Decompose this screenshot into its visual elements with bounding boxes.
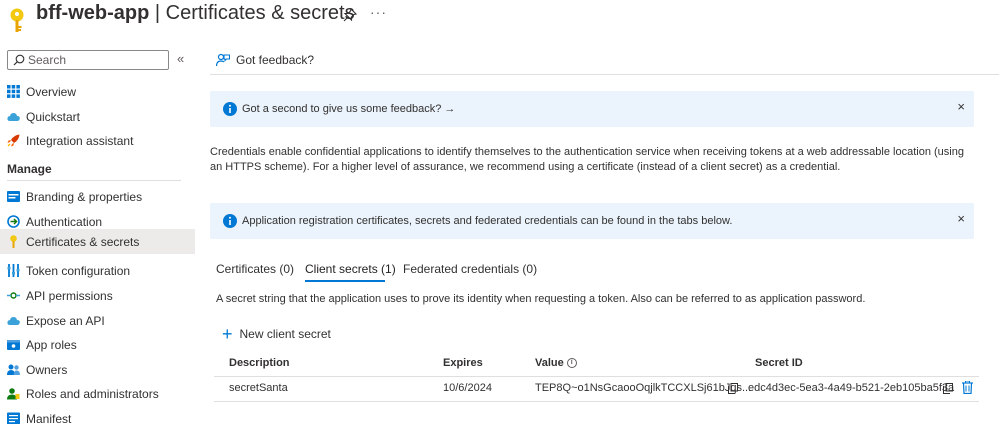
main-content: Got feedback? Got a second to give us so… <box>196 44 999 424</box>
tabs-info-banner: Application registration certificates, s… <box>210 203 974 239</box>
search-input[interactable] <box>28 52 166 68</box>
close-icon[interactable]: × <box>957 99 965 114</box>
title-separator: | <box>149 2 166 24</box>
active-tab-indicator <box>305 280 385 282</box>
info-icon <box>223 214 237 228</box>
delete-icon[interactable] <box>962 381 973 394</box>
secrets-table-header: Description Expires Value i Secret ID <box>214 354 979 376</box>
sidebar-item-integration-assistant[interactable]: Integration assistant <box>0 129 195 153</box>
feedback-icon <box>216 53 230 67</box>
sidebar-item-expose-api[interactable]: Expose an API <box>0 309 195 333</box>
sidebar-item-label: Certificates & secrets <box>26 235 140 249</box>
copy-icon[interactable] <box>943 383 953 394</box>
column-description: Description <box>229 357 290 369</box>
new-client-secret-button[interactable]: + New client secret <box>222 324 331 344</box>
secret-expires: 10/6/2024 <box>443 382 492 394</box>
cloud-icon <box>7 113 20 121</box>
sidebar-item-label: Branding & properties <box>26 190 143 204</box>
sidebar-item-owners[interactable]: Owners <box>0 358 195 382</box>
search-icon <box>13 54 25 66</box>
key-icon <box>10 235 17 248</box>
secret-id: edc4d3ec-5ea3-4a49-b521-2eb105ba5f3a <box>748 382 955 394</box>
sidebar-item-label: Integration assistant <box>26 134 134 148</box>
branding-icon <box>7 191 20 202</box>
sidebar-item-roles-administrators[interactable]: Roles and administrators <box>0 382 195 406</box>
credentials-description: Credentials enable confidential applicat… <box>210 146 964 173</box>
feedback-banner-text[interactable]: Got a second to give us some feedback? → <box>242 103 455 115</box>
permissions-icon <box>7 292 20 299</box>
sidebar-item-token-configuration[interactable]: Token configuration <box>0 259 195 283</box>
section-manage-label: Manage <box>7 162 52 176</box>
client-secrets-description: A secret string that the application use… <box>216 293 866 305</box>
sidebar-item-api-permissions[interactable]: API permissions <box>0 284 195 308</box>
sidebar: « Overview Quickstart Integration assist… <box>0 44 196 424</box>
section-divider <box>7 180 181 181</box>
sidebar-item-label: Token configuration <box>26 264 131 278</box>
pin-icon[interactable] <box>343 8 357 22</box>
plus-icon: + <box>222 324 233 344</box>
app-roles-icon <box>7 340 20 350</box>
toolbar-divider <box>210 74 999 75</box>
collapse-sidebar-button[interactable]: « <box>177 51 184 66</box>
more-options-icon[interactable]: ··· <box>370 4 387 20</box>
column-value-label: Value <box>535 357 564 369</box>
manifest-icon <box>7 412 20 424</box>
key-icon <box>10 8 24 32</box>
page-name: Certificates & secrets <box>165 2 355 24</box>
got-feedback-label: Got feedback? <box>236 53 315 67</box>
app-name: bff-web-app <box>36 2 150 24</box>
got-feedback-button[interactable]: Got feedback? <box>216 53 314 67</box>
secret-description: secretSanta <box>229 382 288 394</box>
info-icon <box>223 102 237 116</box>
sidebar-item-label: Roles and administrators <box>26 387 159 401</box>
row-divider <box>214 401 979 402</box>
tab-federated-credentials[interactable]: Federated credentials (0) <box>403 262 537 276</box>
authentication-icon <box>7 215 20 228</box>
tab-certificates[interactable]: Certificates (0) <box>216 262 294 276</box>
sidebar-item-label: Owners <box>26 363 68 377</box>
copy-icon[interactable] <box>728 383 738 394</box>
sidebar-item-overview[interactable]: Overview <box>0 80 195 104</box>
tabs-banner-text: Application registration certificates, s… <box>242 215 733 227</box>
close-icon[interactable]: × <box>957 211 965 226</box>
sidebar-item-branding[interactable]: Branding & properties <box>0 185 195 209</box>
secret-value: TEP8Q~o1NsGcaooOqjlkTCCXLSj61bJqs... <box>535 382 752 394</box>
search-box[interactable] <box>7 50 169 70</box>
info-icon[interactable]: i <box>566 358 577 369</box>
token-icon <box>7 264 20 277</box>
sidebar-item-manifest[interactable]: Manifest <box>0 407 195 424</box>
page-title: bff-web-app | Certificates & secrets <box>36 2 355 25</box>
column-value: Value i <box>535 357 577 369</box>
grid-icon <box>7 85 20 98</box>
page-header: bff-web-app | Certificates & secrets ··· <box>0 0 999 36</box>
sidebar-item-label: API permissions <box>26 289 113 303</box>
cloud-icon <box>7 317 20 325</box>
rocket-icon <box>7 134 20 147</box>
table-row: secretSanta 10/6/2024 TEP8Q~o1NsGcaooOqj… <box>214 377 979 401</box>
sidebar-item-label: Overview <box>26 85 77 99</box>
tab-client-secrets[interactable]: Client secrets (1) <box>305 262 396 276</box>
column-secret-id: Secret ID <box>755 357 803 369</box>
sidebar-item-label: Authentication <box>26 215 103 229</box>
sidebar-item-certificates-secrets[interactable]: Certificates & secrets <box>0 229 195 254</box>
sidebar-item-app-roles[interactable]: App roles <box>0 333 195 357</box>
column-expires: Expires <box>443 357 483 369</box>
sidebar-item-label: Expose an API <box>26 314 105 328</box>
sidebar-item-label: App roles <box>26 338 77 352</box>
sidebar-item-label: Quickstart <box>26 110 81 124</box>
sidebar-item-quickstart[interactable]: Quickstart <box>0 105 195 129</box>
feedback-info-banner: Got a second to give us some feedback? →… <box>210 91 974 127</box>
owners-icon <box>7 364 20 375</box>
roles-icon <box>7 388 20 400</box>
sidebar-item-label: Manifest <box>26 412 72 424</box>
new-client-secret-label: New client secret <box>239 327 331 341</box>
